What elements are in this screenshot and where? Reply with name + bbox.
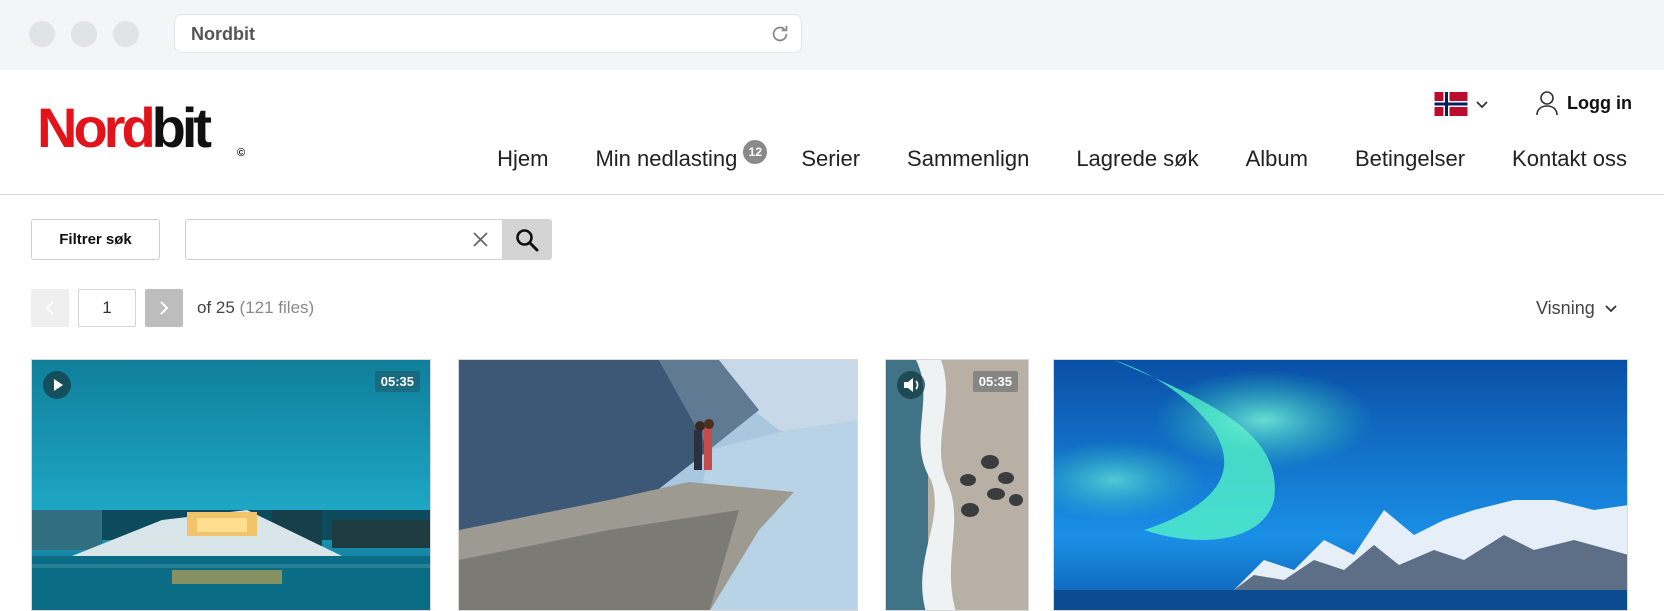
play-icon [54,379,63,391]
site-header: Nordbit © Logg in Hjem Min nedlasting 12 … [0,70,1664,195]
user-icon [1536,91,1558,116]
audio-duration: 05:35 [972,371,1018,392]
chevron-down-icon [1605,304,1617,312]
nav-item-serier[interactable]: Serier [801,146,860,172]
reload-icon[interactable] [769,23,791,45]
nav-item-sammenlign[interactable]: Sammenlign [907,146,1029,172]
speaker-icon [904,378,919,392]
language-selector[interactable] [1434,91,1488,117]
nav-item-hjem[interactable]: Hjem [497,146,548,172]
audio-button[interactable] [897,371,925,399]
view-dropdown[interactable]: Visning [1536,298,1617,319]
search-icon [516,229,539,252]
window-close-dot[interactable] [29,21,55,47]
gallery-item-opera-house[interactable]: 05:35 [31,359,431,611]
page-of-text: of 25 [197,298,235,317]
window-maximize-dot[interactable] [113,21,139,47]
main-nav: Hjem Min nedlasting 12 Serier Sammenlign … [497,140,1627,172]
search-box [185,219,503,260]
next-page-button[interactable] [145,289,183,327]
address-text: Nordbit [191,24,255,44]
search-button[interactable] [502,219,552,260]
filter-search-button[interactable]: Filtrer søk [31,219,160,260]
view-label: Visning [1536,298,1595,318]
download-count-badge: 12 [743,140,768,164]
nav-item-kontakt-oss[interactable]: Kontakt oss [1512,146,1627,172]
cliff-couple-image [459,360,857,610]
address-bar[interactable]: Nordbit [174,14,802,53]
page-info: of 25 (121 files) [197,298,314,318]
norway-flag-icon [1434,92,1468,116]
logo-red-text: Nord [37,96,156,159]
gallery-item-northern-lights[interactable] [1053,359,1628,611]
clear-icon[interactable] [472,231,489,248]
search-input[interactable] [196,220,456,259]
gallery-item-cliff-couple[interactable] [458,359,858,611]
window-minimize-dot[interactable] [71,21,97,47]
chevron-down-icon [1476,101,1488,109]
nav-item-lagrede-sok[interactable]: Lagrede søk [1076,146,1198,172]
browser-chrome: Nordbit [0,0,1664,70]
login-label: Logg in [1567,92,1632,113]
nav-item-label: Min nedlasting [595,146,738,171]
logo-copyright-mark: © [237,147,246,159]
play-button[interactable] [43,371,71,399]
login-link[interactable]: Logg in [1536,88,1632,118]
nordbit-logo[interactable]: Nordbit [37,100,212,156]
page-number-input[interactable]: 1 [78,289,136,327]
video-duration: 05:35 [374,371,420,392]
opera-house-image [32,360,430,610]
previous-page-button[interactable] [31,289,69,327]
chevron-right-icon [160,301,169,315]
northern-lights-image [1054,360,1627,610]
nav-item-album[interactable]: Album [1246,146,1308,172]
nav-item-min-nedlasting[interactable]: Min nedlasting 12 [595,140,768,172]
nav-item-betingelser[interactable]: Betingelser [1355,146,1465,172]
gallery-item-aerial-beach[interactable]: 05:35 [885,359,1029,611]
file-count-text: (121 files) [239,298,315,317]
chevron-left-icon [45,301,54,315]
logo-black-text: bit [151,96,212,159]
